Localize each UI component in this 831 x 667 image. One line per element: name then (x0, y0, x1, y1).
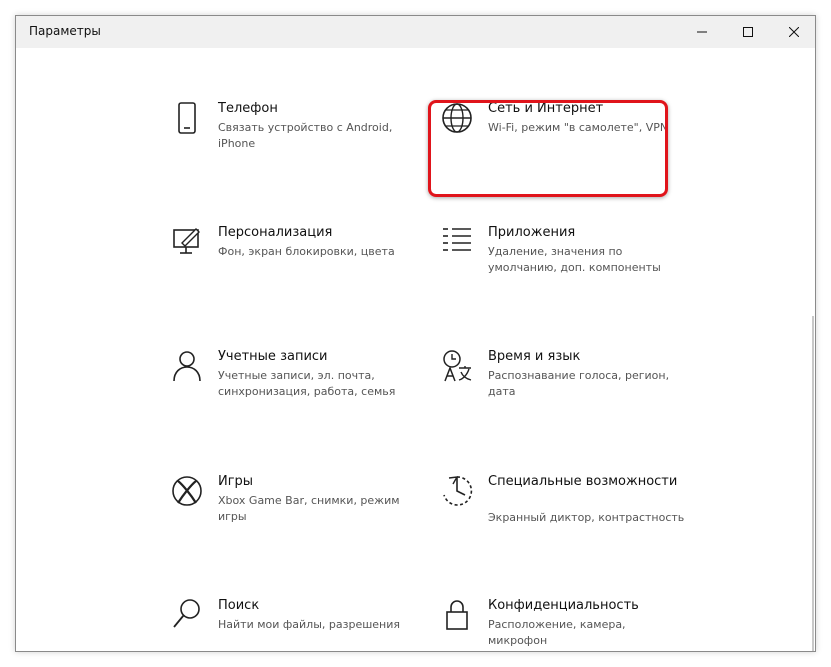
xbox-icon (170, 473, 204, 511)
tile-privacy[interactable]: Конфиденциальность Расположение, камера,… (440, 597, 690, 651)
title-bar[interactable]: Параметры (16, 16, 815, 48)
tile-name: Телефон (218, 101, 278, 116)
apps-list-icon (440, 224, 474, 262)
tile-description: Xbox Game Bar, снимки, режим игры (218, 494, 400, 523)
maximize-icon (743, 27, 753, 37)
accessibility-icon (440, 473, 474, 511)
tile-name: Поиск (218, 598, 260, 613)
tile-name: Время и язык (488, 349, 581, 364)
tile-description: Учетные записи, эл. почта, синхронизация… (218, 369, 396, 398)
highlight-annotation (428, 100, 668, 197)
tile-name: Конфиденциальность (488, 598, 639, 613)
scrollbar[interactable] (812, 316, 814, 651)
tile-description: Связать устройство с Android, iPhone (218, 121, 393, 150)
tile-name: Приложения (488, 225, 576, 240)
tile-description: Удаление, значения по умолчанию, доп. ко… (488, 245, 661, 274)
maximize-button[interactable] (725, 16, 771, 48)
minimize-button[interactable] (679, 16, 725, 48)
time-language-icon (440, 348, 474, 386)
tile-apps[interactable]: Приложения Удаление, значения по умолчан… (440, 224, 690, 304)
tile-name: Специальные возможности (488, 474, 678, 489)
tile-personalization[interactable]: Персонализация Фон, экран блокировки, цв… (170, 224, 420, 304)
tile-description: Найти мои файлы, разрешения (218, 618, 401, 631)
search-icon (170, 597, 204, 635)
tile-description: Экранный диктор, контрастность (488, 511, 685, 524)
tile-name: Персонализация (218, 225, 333, 240)
tile-gaming[interactable]: Игры Xbox Game Bar, снимки, режим игры (170, 473, 420, 553)
tile-accessibility[interactable]: Специальные возможности Экранный диктор,… (440, 473, 690, 553)
tile-time-language[interactable]: Время и язык Распознавание голоса, регио… (440, 348, 690, 428)
lock-icon (440, 597, 474, 635)
tile-name: Учетные записи (218, 349, 328, 364)
tile-name: Игры (218, 474, 254, 489)
tile-phone[interactable]: Телефон Связать устройство с Android, iP… (170, 100, 420, 180)
settings-window: Параметры Телефон Связать устройство с A… (15, 15, 816, 652)
close-icon (789, 27, 799, 37)
phone-icon (170, 100, 204, 138)
personalization-icon (170, 224, 204, 262)
minimize-icon (697, 31, 707, 33)
window-title: Параметры (29, 24, 101, 38)
tile-description: Фон, экран блокировки, цвета (218, 245, 395, 258)
person-icon (170, 348, 204, 386)
tile-search[interactable]: Поиск Найти мои файлы, разрешения (170, 597, 420, 651)
settings-content: Телефон Связать устройство с Android, iP… (16, 48, 815, 651)
tile-description: Расположение, камера, микрофон (488, 618, 626, 647)
close-button[interactable] (771, 16, 815, 48)
tile-accounts[interactable]: Учетные записи Учетные записи, эл. почта… (170, 348, 420, 428)
tile-description: Распознавание голоса, регион, дата (488, 369, 670, 398)
